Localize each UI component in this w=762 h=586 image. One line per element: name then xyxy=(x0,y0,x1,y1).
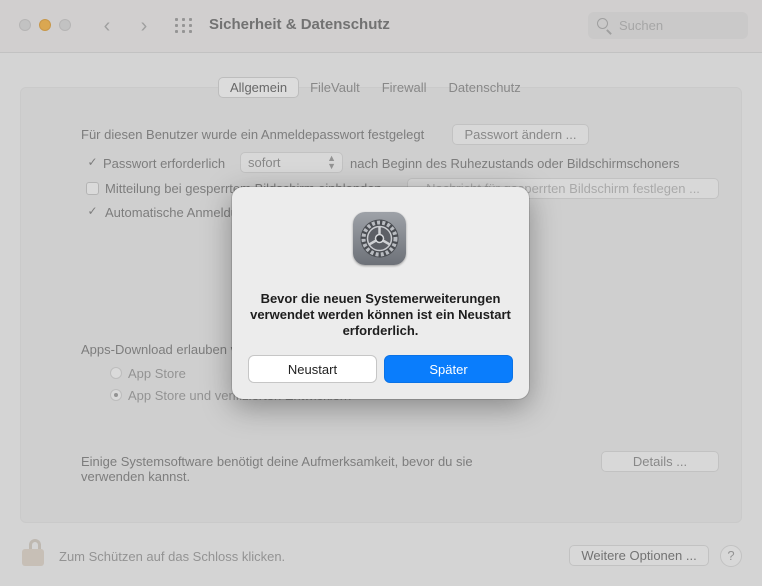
restart-required-dialog: Bevor die neuen Systemerweiterungen verw… xyxy=(232,187,529,399)
restart-button[interactable]: Neustart xyxy=(248,355,377,383)
system-preferences-gear-icon xyxy=(353,212,406,265)
dialog-message: Bevor die neuen Systemerweiterungen verw… xyxy=(250,291,511,338)
preferences-window: ‹ › Sicherheit & Datenschutz Suchen Allg… xyxy=(0,0,762,586)
later-button[interactable]: Später xyxy=(384,355,513,383)
